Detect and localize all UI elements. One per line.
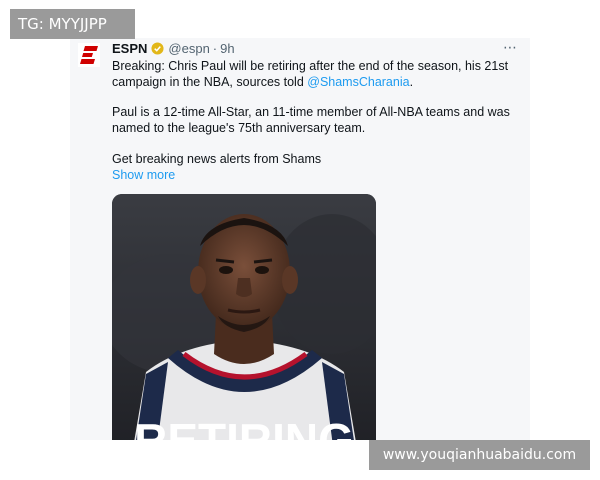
tweet-media-image[interactable]: RETIRING [112, 194, 376, 440]
verified-badge-icon [151, 42, 164, 55]
tg-label: TG: MYYJJPP [10, 9, 135, 39]
tweet-paragraph-1: Breaking: Chris Paul will be retiring af… [112, 59, 512, 90]
media-caption: RETIRING [134, 414, 354, 440]
paragraph-1-end: . [409, 74, 414, 89]
author-name[interactable]: ESPN [112, 41, 147, 56]
tweet-paragraph-3: Get breaking news alerts from Shams [112, 152, 322, 166]
tweet-paragraph-2: Paul is a 12-time All-Star, an 11-time m… [112, 105, 510, 135]
header-separator: · [212, 41, 218, 56]
author-handle[interactable]: @espn [168, 41, 209, 56]
tweet-card[interactable]: ESPN @espn · 9h ⋯ Breaking: Chris Paul w… [70, 38, 530, 440]
player-photo: RETIRING [112, 194, 376, 440]
more-options-icon[interactable]: ⋯ [503, 39, 518, 56]
mention-link[interactable]: @ShamsCharania [307, 75, 409, 89]
espn-logo-icon[interactable] [78, 43, 100, 67]
tweet-age[interactable]: 9h [220, 41, 234, 56]
tweet-header: ESPN @espn · 9h [112, 41, 235, 56]
show-more-link[interactable]: Show more [112, 168, 175, 184]
watermark-url: www.youqianhuabaidu.com [369, 440, 590, 470]
